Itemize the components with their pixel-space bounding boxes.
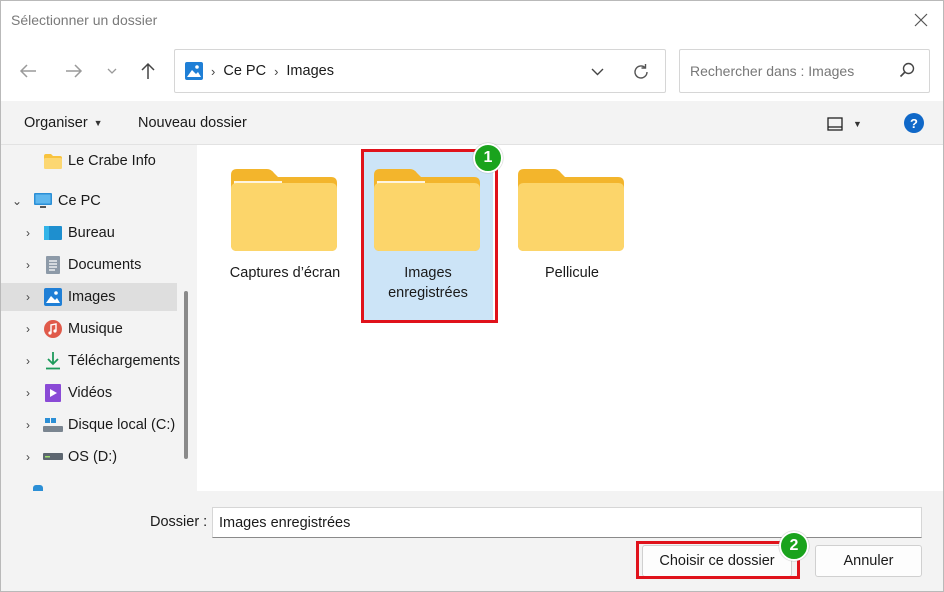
- sidebar-item-videos[interactable]: › Vidéos: [1, 379, 177, 407]
- chevron-down-icon: [591, 68, 603, 76]
- arrow-up-icon: [141, 62, 155, 79]
- sidebar-scrollbar-thumb[interactable]: [184, 291, 188, 459]
- view-pane-icon: [827, 117, 843, 131]
- search-box[interactable]: Rechercher dans : Images: [679, 49, 930, 93]
- folder-icon: [518, 169, 624, 251]
- view-options-button[interactable]: ▼: [827, 112, 873, 136]
- local-disk-icon: [43, 415, 63, 435]
- chevron-right-icon[interactable]: ›: [22, 354, 34, 368]
- navigation-pane: Le Crabe Info ⌄ Ce PC › Bureau › Documen…: [1, 145, 197, 491]
- video-icon: [43, 383, 63, 403]
- sidebar-item-label: OS (D:): [68, 449, 118, 465]
- breadcrumb-item-ce-pc[interactable]: Ce PC: [223, 63, 266, 79]
- folder-icon: [43, 151, 63, 171]
- folder-name-input[interactable]: [212, 507, 922, 538]
- address-history-button[interactable]: [583, 58, 611, 86]
- sidebar-item-label: Documents: [68, 257, 142, 273]
- folder-picker-dialog: Sélectionner un dossier › Ce PC › Images: [0, 0, 944, 592]
- chevron-right-icon[interactable]: ›: [22, 386, 34, 400]
- search-icon[interactable]: [899, 62, 915, 78]
- cancel-button[interactable]: Annuler: [815, 545, 922, 577]
- footer-bar: Dossier : Choisir ce dossier Annuler 2: [1, 491, 943, 591]
- folder-icon: [231, 169, 337, 251]
- folder-field-label: Dossier :: [150, 514, 208, 530]
- sidebar-item-label: Le Crabe Info: [68, 153, 156, 169]
- search-placeholder: Rechercher dans : Images: [690, 63, 855, 79]
- annotation-highlight-choose: [636, 541, 800, 579]
- sidebar-item-disque-local-c[interactable]: › Disque local (C:): [1, 411, 177, 439]
- annotation-step-1-badge: 1: [473, 143, 503, 173]
- drive-icon: [43, 447, 63, 467]
- chevron-right-icon[interactable]: ›: [22, 290, 34, 304]
- sidebar-item-le-crabe-info[interactable]: Le Crabe Info: [1, 147, 177, 175]
- arrow-left-icon: [19, 64, 36, 78]
- navigation-bar: › Ce PC › Images Rechercher dans : Image…: [1, 39, 943, 101]
- recent-locations-button[interactable]: [98, 57, 126, 85]
- sidebar-item-label: Téléchargements: [68, 353, 181, 369]
- organize-menu-button[interactable]: Organiser ▼: [24, 115, 103, 131]
- annotation-step-2-badge: 2: [779, 531, 809, 561]
- sidebar-item-musique[interactable]: › Musique: [1, 315, 177, 343]
- sidebar-item-images[interactable]: › Images: [1, 283, 177, 311]
- up-button[interactable]: [134, 57, 162, 85]
- music-icon: [43, 319, 63, 339]
- close-icon: [914, 13, 928, 27]
- chevron-right-icon[interactable]: ›: [22, 450, 34, 464]
- chevron-right-icon[interactable]: ›: [22, 258, 34, 272]
- breadcrumb-item-images[interactable]: Images: [286, 63, 334, 79]
- new-folder-label: Nouveau dossier: [138, 115, 247, 131]
- breadcrumb-separator-icon: ›: [274, 63, 279, 79]
- refresh-icon: [634, 64, 648, 79]
- folder-name: Pellicule: [545, 265, 599, 281]
- pictures-icon: [43, 287, 63, 307]
- sidebar-item-label: Musique: [68, 321, 123, 337]
- arrow-right-icon: [66, 64, 83, 78]
- sidebar-item-label: Ce PC: [58, 193, 101, 209]
- sidebar-item-documents[interactable]: › Documents: [1, 251, 177, 279]
- chevron-down-icon[interactable]: ⌄: [11, 194, 23, 208]
- chevron-down-icon: [107, 68, 117, 74]
- folder-item-pellicule[interactable]: Pellicule: [507, 167, 637, 283]
- annotation-highlight-folder: [361, 149, 498, 323]
- caret-down-icon: ▼: [93, 118, 103, 128]
- file-list-pane: Captures d’écran Images enregistrées Pel…: [197, 143, 943, 491]
- breadcrumb: › Ce PC › Images: [185, 50, 334, 92]
- sidebar-item-label: Disque local (C:): [68, 417, 176, 433]
- sidebar-item-label: Images: [68, 289, 116, 305]
- close-button[interactable]: [905, 5, 937, 35]
- forward-button[interactable]: [60, 57, 88, 85]
- command-bar: Organiser ▼ Nouveau dossier ▼ ?: [1, 101, 943, 145]
- dialog-title: Sélectionner un dossier: [11, 12, 158, 28]
- organize-label: Organiser: [24, 115, 88, 131]
- sidebar-item-ce-pc[interactable]: ⌄ Ce PC: [1, 187, 177, 215]
- title-bar: Sélectionner un dossier: [1, 1, 943, 39]
- breadcrumb-separator-icon: ›: [211, 63, 216, 79]
- sidebar-item-bureau[interactable]: › Bureau: [1, 219, 177, 247]
- pictures-icon: [185, 62, 203, 80]
- folder-name: Captures d’écran: [229, 265, 341, 281]
- desktop-icon: [43, 223, 63, 243]
- folder-item-captures[interactable]: Captures d’écran: [220, 167, 350, 283]
- chevron-right-icon[interactable]: ›: [22, 418, 34, 432]
- sidebar-item-label: Vidéos: [68, 385, 113, 401]
- computer-icon: [33, 191, 53, 211]
- documents-icon: [43, 255, 63, 275]
- chevron-right-icon[interactable]: ›: [22, 322, 34, 336]
- sidebar-item-label: Bureau: [68, 225, 115, 241]
- new-folder-button[interactable]: Nouveau dossier: [138, 115, 247, 131]
- address-bar[interactable]: › Ce PC › Images: [174, 49, 666, 93]
- refresh-button[interactable]: [626, 58, 656, 86]
- caret-down-icon: ▼: [853, 119, 862, 129]
- sidebar-item-os-d[interactable]: › OS (D:): [1, 443, 177, 471]
- help-button[interactable]: ?: [904, 113, 924, 133]
- back-button[interactable]: [14, 57, 42, 85]
- sidebar-item-telechargements[interactable]: › Téléchargements: [1, 347, 181, 375]
- chevron-right-icon[interactable]: ›: [22, 226, 34, 240]
- download-icon: [43, 351, 63, 371]
